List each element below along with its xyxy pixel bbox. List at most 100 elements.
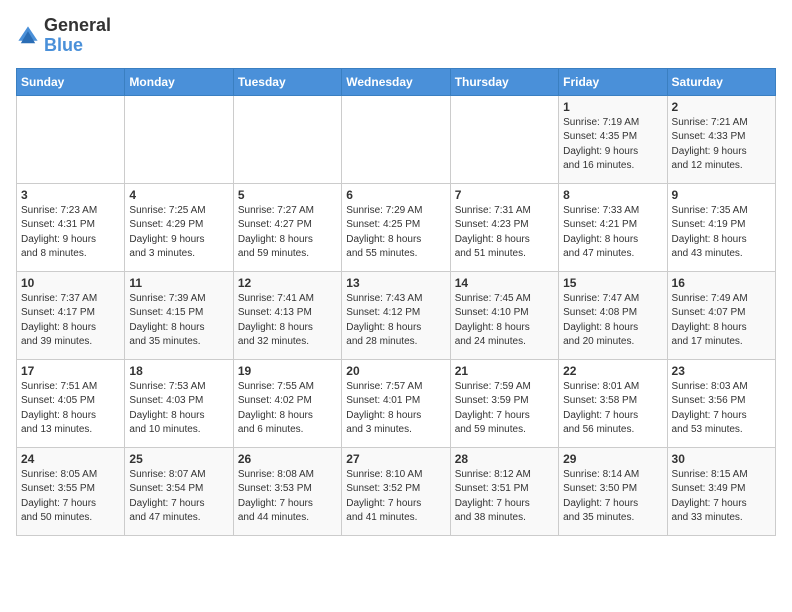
calendar-cell: 29 Sunrise: 8:14 AM Sunset: 3:50 PM Dayli… (559, 447, 667, 535)
calendar-cell: 2Sunrise: 7:21 AM Sunset: 4:33 PM Daylig… (667, 95, 775, 183)
logo: General Blue (16, 16, 111, 56)
day-info: Sunrise: 8:01 AM Sunset: 3:58 PM Dayligh… (563, 380, 662, 438)
week-row-2: 3 Sunrise: 7:23 AM Sunset: 4:31 PM Daylig… (17, 183, 776, 271)
day-number: 17 (21, 364, 120, 378)
day-number: 24 (21, 452, 120, 466)
day-number: 5 (238, 188, 337, 202)
day-header-saturday: Saturday (667, 68, 775, 95)
week-row-5: 24 Sunrise: 8:05 AM Sunset: 3:55 PM Dayli… (17, 447, 776, 535)
calendar-cell: 13 Sunrise: 7:43 AM Sunset: 4:12 PM Dayli… (342, 271, 450, 359)
calendar-cell (125, 95, 233, 183)
day-number: 3 (21, 188, 120, 202)
day-info: Sunrise: 7:39 AM Sunset: 4:15 PM Dayligh… (129, 292, 228, 350)
day-number: 6 (346, 188, 445, 202)
calendar-cell: 5 Sunrise: 7:27 AM Sunset: 4:27 PM Daylig… (233, 183, 341, 271)
day-number: 4 (129, 188, 228, 202)
day-info: Sunrise: 8:14 AM Sunset: 3:50 PM Dayligh… (563, 468, 662, 526)
day-header-wednesday: Wednesday (342, 68, 450, 95)
calendar-cell (233, 95, 341, 183)
calendar-cell (450, 95, 558, 183)
day-info: Sunrise: 7:59 AM Sunset: 3:59 PM Dayligh… (455, 380, 554, 438)
page-header: General Blue (16, 16, 776, 56)
calendar-cell: 30 Sunrise: 8:15 AM Sunset: 3:49 PM Dayli… (667, 447, 775, 535)
day-number: 27 (346, 452, 445, 466)
day-number: 22 (563, 364, 662, 378)
day-header-thursday: Thursday (450, 68, 558, 95)
day-number: 20 (346, 364, 445, 378)
day-info: Sunrise: 8:03 AM Sunset: 3:56 PM Dayligh… (672, 380, 771, 438)
day-number: 13 (346, 276, 445, 290)
calendar-cell: 23 Sunrise: 8:03 AM Sunset: 3:56 PM Dayli… (667, 359, 775, 447)
day-info: Sunrise: 8:07 AM Sunset: 3:54 PM Dayligh… (129, 468, 228, 526)
calendar-cell: 1 Sunrise: 7:19 AM Sunset: 4:35 PM Daylig… (559, 95, 667, 183)
day-header-sunday: Sunday (17, 68, 125, 95)
calendar-cell: 18 Sunrise: 7:53 AM Sunset: 4:03 PM Dayli… (125, 359, 233, 447)
calendar-cell: 25Sunrise: 8:07 AM Sunset: 3:54 PM Dayli… (125, 447, 233, 535)
day-number: 21 (455, 364, 554, 378)
logo-icon (16, 24, 40, 48)
calendar-cell: 15 Sunrise: 7:47 AM Sunset: 4:08 PM Dayli… (559, 271, 667, 359)
day-info: Sunrise: 8:15 AM Sunset: 3:49 PM Dayligh… (672, 468, 771, 526)
calendar-cell: 10Sunrise: 7:37 AM Sunset: 4:17 PM Dayli… (17, 271, 125, 359)
day-number: 9 (672, 188, 771, 202)
day-info: Sunrise: 7:29 AM Sunset: 4:25 PM Dayligh… (346, 204, 445, 262)
day-info: Sunrise: 7:49 AM Sunset: 4:07 PM Dayligh… (672, 292, 771, 350)
day-info: Sunrise: 7:47 AM Sunset: 4:08 PM Dayligh… (563, 292, 662, 350)
day-info: Sunrise: 7:27 AM Sunset: 4:27 PM Dayligh… (238, 204, 337, 262)
day-header-friday: Friday (559, 68, 667, 95)
day-number: 7 (455, 188, 554, 202)
day-header-tuesday: Tuesday (233, 68, 341, 95)
calendar-cell: 21 Sunrise: 7:59 AM Sunset: 3:59 PM Dayli… (450, 359, 558, 447)
week-row-4: 17 Sunrise: 7:51 AM Sunset: 4:05 PM Dayli… (17, 359, 776, 447)
day-info: Sunrise: 7:19 AM Sunset: 4:35 PM Dayligh… (563, 116, 662, 174)
calendar-cell (342, 95, 450, 183)
week-row-1: 1 Sunrise: 7:19 AM Sunset: 4:35 PM Daylig… (17, 95, 776, 183)
day-info: Sunrise: 7:57 AM Sunset: 4:01 PM Dayligh… (346, 380, 445, 438)
calendar-table: SundayMondayTuesdayWednesdayThursdayFrid… (16, 68, 776, 536)
day-number: 15 (563, 276, 662, 290)
day-number: 12 (238, 276, 337, 290)
calendar-cell: 6 Sunrise: 7:29 AM Sunset: 4:25 PM Daylig… (342, 183, 450, 271)
day-number: 26 (238, 452, 337, 466)
calendar-cell: 28 Sunrise: 8:12 AM Sunset: 3:51 PM Dayli… (450, 447, 558, 535)
calendar-cell: 3 Sunrise: 7:23 AM Sunset: 4:31 PM Daylig… (17, 183, 125, 271)
day-number: 23 (672, 364, 771, 378)
day-info: Sunrise: 7:51 AM Sunset: 4:05 PM Dayligh… (21, 380, 120, 438)
day-number: 29 (563, 452, 662, 466)
day-info: Sunrise: 7:35 AM Sunset: 4:19 PM Dayligh… (672, 204, 771, 262)
day-info: Sunrise: 7:43 AM Sunset: 4:12 PM Dayligh… (346, 292, 445, 350)
day-info: Sunrise: 7:37 AM Sunset: 4:17 PM Dayligh… (21, 292, 120, 350)
calendar-cell: 8 Sunrise: 7:33 AM Sunset: 4:21 PM Daylig… (559, 183, 667, 271)
day-info: Sunrise: 7:21 AM Sunset: 4:33 PM Dayligh… (672, 116, 771, 174)
day-number: 28 (455, 452, 554, 466)
day-number: 8 (563, 188, 662, 202)
day-info: Sunrise: 7:53 AM Sunset: 4:03 PM Dayligh… (129, 380, 228, 438)
calendar-cell (17, 95, 125, 183)
day-header-monday: Monday (125, 68, 233, 95)
day-info: Sunrise: 8:12 AM Sunset: 3:51 PM Dayligh… (455, 468, 554, 526)
calendar-cell: 22 Sunrise: 8:01 AM Sunset: 3:58 PM Dayli… (559, 359, 667, 447)
calendar-cell: 16Sunrise: 7:49 AM Sunset: 4:07 PM Dayli… (667, 271, 775, 359)
week-row-3: 10Sunrise: 7:37 AM Sunset: 4:17 PM Dayli… (17, 271, 776, 359)
day-info: Sunrise: 7:55 AM Sunset: 4:02 PM Dayligh… (238, 380, 337, 438)
calendar-cell: 11 Sunrise: 7:39 AM Sunset: 4:15 PM Dayli… (125, 271, 233, 359)
calendar-cell: 26Sunrise: 8:08 AM Sunset: 3:53 PM Dayli… (233, 447, 341, 535)
day-number: 19 (238, 364, 337, 378)
calendar-cell: 7 Sunrise: 7:31 AM Sunset: 4:23 PM Daylig… (450, 183, 558, 271)
day-info: Sunrise: 7:45 AM Sunset: 4:10 PM Dayligh… (455, 292, 554, 350)
calendar-cell: 17 Sunrise: 7:51 AM Sunset: 4:05 PM Dayli… (17, 359, 125, 447)
days-header-row: SundayMondayTuesdayWednesdayThursdayFrid… (17, 68, 776, 95)
day-info: Sunrise: 7:25 AM Sunset: 4:29 PM Dayligh… (129, 204, 228, 262)
day-number: 14 (455, 276, 554, 290)
calendar-cell: 24 Sunrise: 8:05 AM Sunset: 3:55 PM Dayli… (17, 447, 125, 535)
calendar-cell: 20 Sunrise: 7:57 AM Sunset: 4:01 PM Dayli… (342, 359, 450, 447)
day-number: 1 (563, 100, 662, 114)
day-info: Sunrise: 7:33 AM Sunset: 4:21 PM Dayligh… (563, 204, 662, 262)
day-number: 30 (672, 452, 771, 466)
day-info: Sunrise: 7:31 AM Sunset: 4:23 PM Dayligh… (455, 204, 554, 262)
day-number: 18 (129, 364, 228, 378)
day-info: Sunrise: 8:05 AM Sunset: 3:55 PM Dayligh… (21, 468, 120, 526)
day-info: Sunrise: 7:23 AM Sunset: 4:31 PM Dayligh… (21, 204, 120, 262)
calendar-cell: 4 Sunrise: 7:25 AM Sunset: 4:29 PM Daylig… (125, 183, 233, 271)
day-number: 11 (129, 276, 228, 290)
